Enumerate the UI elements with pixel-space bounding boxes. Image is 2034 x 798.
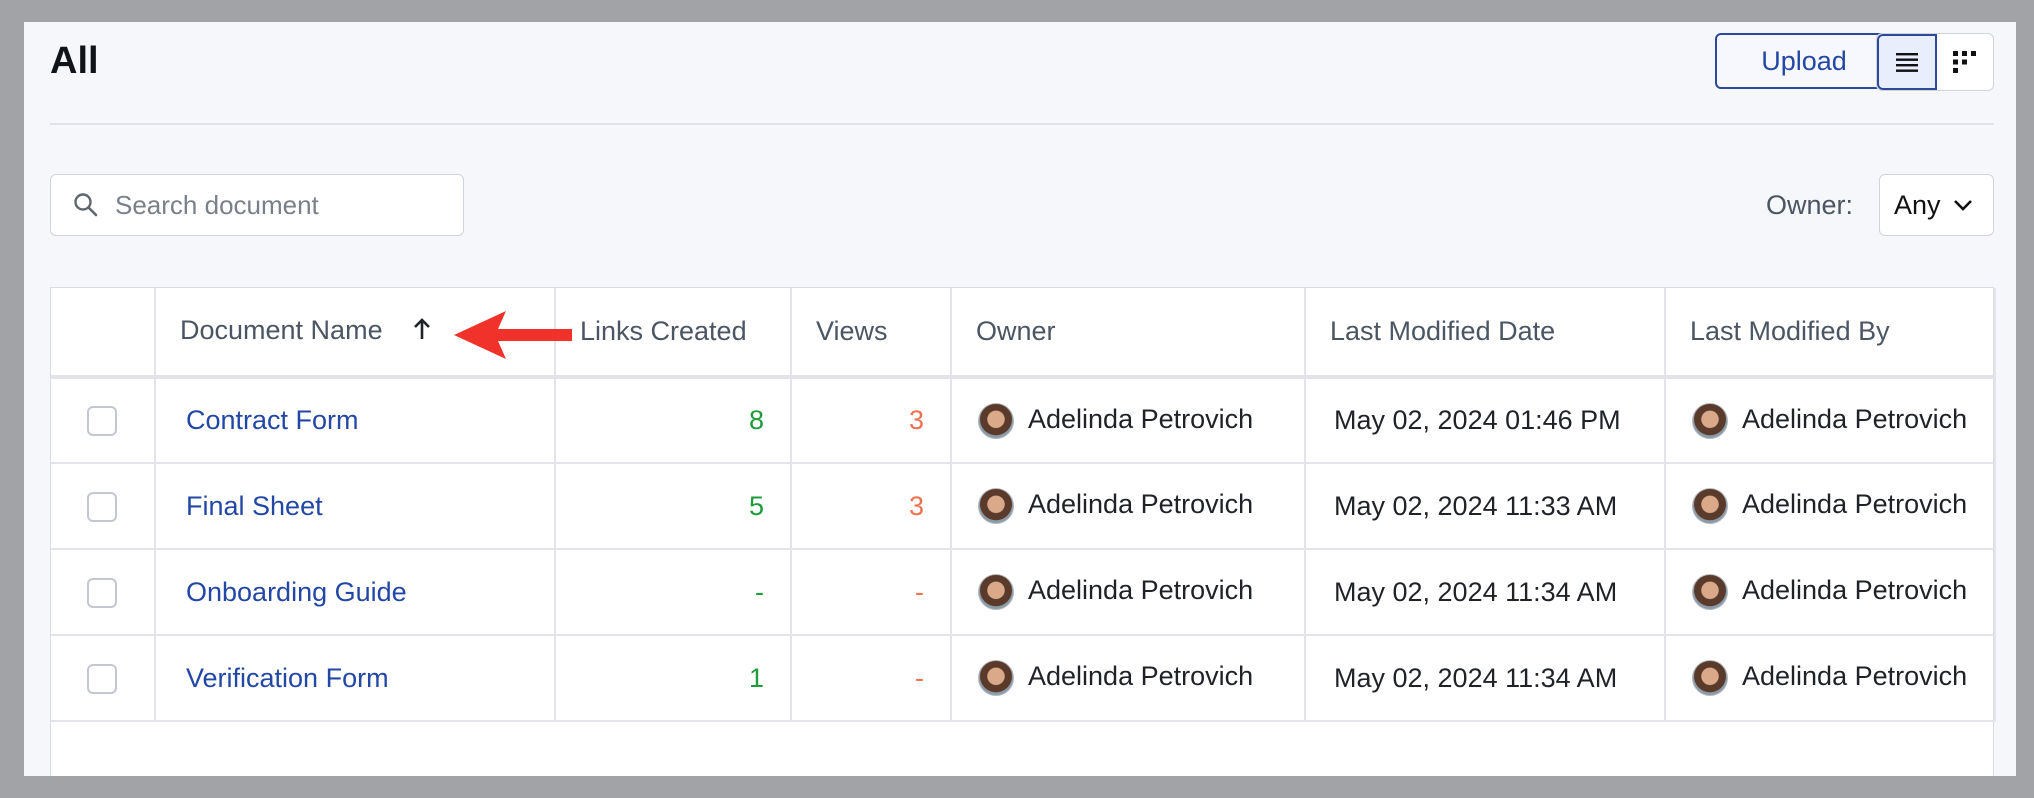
column-header-views[interactable]: Views	[791, 288, 952, 379]
avatar	[1692, 402, 1728, 439]
view-toggle	[1876, 33, 1994, 91]
owner-name: Adelinda Petrovich	[1028, 489, 1254, 520]
list-view-button[interactable]	[1877, 34, 1937, 90]
views-count: 3	[791, 463, 952, 550]
document-name-link[interactable]: Final Sheet	[155, 463, 556, 550]
links-created-count: -	[555, 549, 792, 636]
avatar	[978, 402, 1014, 439]
page-title: All	[50, 40, 99, 82]
header-divider	[50, 123, 1994, 125]
search-icon	[73, 191, 101, 219]
last-modified-by-name: Adelinda Petrovich	[1742, 403, 1968, 434]
search-box[interactable]	[50, 174, 464, 236]
bottom-bar	[0, 776, 2034, 798]
upload-button[interactable]: Upload	[1715, 33, 1893, 89]
owner-name: Adelinda Petrovich	[1028, 575, 1254, 606]
row-checkbox[interactable]	[87, 577, 117, 608]
last-modified-by-name: Adelinda Petrovich	[1742, 575, 1968, 606]
table-row: Verification Form 1 - Adelinda Petrovich…	[51, 635, 1996, 722]
column-header-owner[interactable]: Owner	[951, 288, 1306, 379]
views-count: 3	[791, 377, 952, 464]
links-created-count: 1	[555, 635, 792, 722]
avatar	[978, 574, 1014, 610]
annotation-arrow-icon	[454, 311, 572, 359]
owner-filter-value: Any	[1894, 189, 1941, 220]
sort-ascending-icon[interactable]	[412, 317, 432, 348]
table-row: Final Sheet 5 3 Adelinda Petrovich May 0…	[51, 463, 1996, 550]
row-checkbox[interactable]	[87, 491, 117, 522]
last-modified-date: May 02, 2024 01:46 PM	[1305, 377, 1666, 464]
documents-panel: All Upload Owner:	[24, 22, 2016, 776]
column-header-last-modified-by[interactable]: Last Modified By	[1665, 288, 1996, 379]
grid-view-icon	[1953, 51, 1976, 73]
document-name-link[interactable]: Onboarding Guide	[155, 549, 556, 636]
owner-filter-label: Owner:	[1766, 190, 1854, 220]
owner-name: Adelinda Petrovich	[1028, 661, 1254, 692]
column-header-last-modified-date[interactable]: Last Modified Date	[1305, 288, 1666, 379]
header-select-column	[51, 288, 156, 379]
table-header-row: Document Name Links Created Views Owner …	[51, 288, 1996, 379]
column-header-links-created[interactable]: Links Created	[555, 288, 792, 379]
owner-filter-select[interactable]: Any	[1879, 174, 1994, 236]
owner-name: Adelinda Petrovich	[1028, 403, 1254, 434]
table-row: Onboarding Guide - - Adelinda Petrovich …	[51, 549, 1996, 636]
document-name-link[interactable]: Verification Form	[155, 635, 556, 722]
avatar	[978, 488, 1014, 524]
document-name-link[interactable]: Contract Form	[155, 377, 556, 464]
views-count: -	[791, 549, 952, 636]
documents-table: Document Name Links Created Views Owner …	[50, 287, 1996, 776]
views-count: -	[791, 635, 952, 722]
grid-view-button[interactable]	[1937, 34, 1993, 90]
avatar	[1692, 488, 1728, 524]
table-row: Contract Form 8 3 Adelinda Petrovich May…	[51, 377, 1996, 464]
avatar	[1692, 574, 1728, 610]
search-input[interactable]	[113, 188, 463, 222]
avatar	[1692, 660, 1728, 696]
list-view-icon	[1896, 53, 1918, 72]
last-modified-by-name: Adelinda Petrovich	[1742, 489, 1968, 520]
row-checkbox[interactable]	[87, 663, 117, 694]
row-checkbox[interactable]	[87, 406, 117, 437]
links-created-count: 5	[555, 463, 792, 550]
last-modified-by-name: Adelinda Petrovich	[1742, 661, 1968, 692]
last-modified-date: May 02, 2024 11:34 AM	[1305, 549, 1666, 636]
chevron-down-icon	[1953, 198, 1973, 212]
last-modified-date: May 02, 2024 11:33 AM	[1305, 463, 1666, 550]
last-modified-date: May 02, 2024 11:34 AM	[1305, 635, 1666, 722]
links-created-count: 8	[555, 377, 792, 464]
avatar	[978, 660, 1014, 696]
